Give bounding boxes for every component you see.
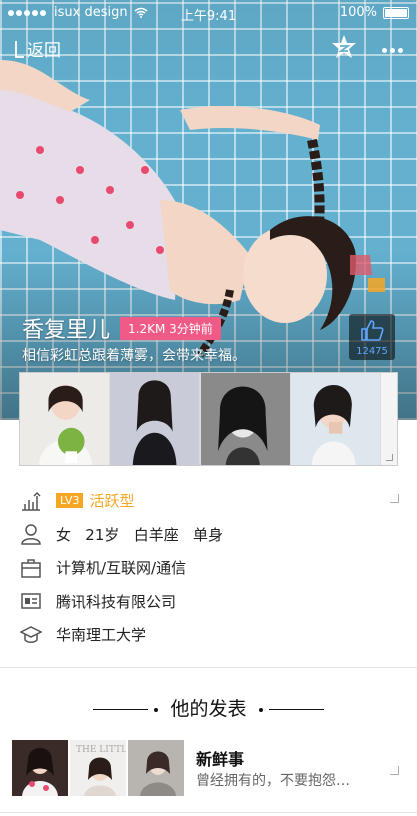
back-button[interactable]: 返回 <box>14 36 61 61</box>
photo-more-button[interactable] <box>381 373 397 465</box>
level-badge: LV3 <box>56 493 84 509</box>
post-thumbnail: THE LITTLE <box>70 740 126 796</box>
like-button[interactable]: 12475 <box>349 314 395 360</box>
person-icon <box>21 524 41 545</box>
corner-arrow-icon <box>390 766 399 775</box>
top-nav: 返回 <box>0 34 417 62</box>
info-row-level[interactable]: LV3 活跃型 <box>0 484 417 518</box>
info-row-company: 腾讯科技有限公司 <box>0 585 417 619</box>
section-divider <box>0 667 417 668</box>
photo-thumbnail[interactable] <box>110 373 200 465</box>
photo-thumbnail[interactable] <box>290 373 380 465</box>
info-row-school: 华南理工大学 <box>0 618 417 652</box>
info-row-basic: 女 21岁 白羊座 单身 <box>0 518 417 552</box>
post-title: 新鲜事 <box>196 750 245 769</box>
like-count: 12475 <box>356 346 388 357</box>
title-rule <box>93 709 149 710</box>
profile-tagline: 相信彩虹总跟着薄雾，会带来幸福。 <box>22 348 246 364</box>
battery-percent: 100% <box>339 5 377 20</box>
distance-badge: 1.2KM 3分钟前 <box>120 316 221 340</box>
back-bracket-icon <box>15 40 24 58</box>
post-item[interactable]: THE LITTLE 新鲜事 曾经拥有的，不要抱怨… <box>12 740 407 797</box>
post-text: 曾经拥有的，不要抱怨… <box>196 773 350 789</box>
thumbs-up-icon <box>361 320 384 341</box>
corner-arrow-icon <box>390 494 399 503</box>
title-dot <box>258 707 263 712</box>
info-list: LV3 活跃型 女 21岁 白羊座 单身 计算机/互联网/通信 腾讯科技有限公司… <box>0 484 417 652</box>
school-text: 华南理工大学 <box>56 626 147 645</box>
more-icon[interactable] <box>379 38 403 57</box>
post-thumbnail <box>12 740 68 796</box>
battery-icon <box>383 6 409 19</box>
post-thumbnails: THE LITTLE <box>12 740 184 796</box>
posts-title-text: 他的发表 <box>170 698 247 720</box>
basic-info: 女 21岁 白羊座 单身 <box>56 525 224 544</box>
graduation-cap-icon <box>20 625 42 643</box>
profile-name: 香复里儿 <box>22 318 111 343</box>
status-bar: isux design 上午9:41 100% <box>0 0 417 26</box>
id-card-icon <box>21 593 41 609</box>
back-label: 返回 <box>27 41 61 61</box>
qzone-star-icon[interactable] <box>331 34 357 60</box>
name-row: 香复里儿 1.2KM 3分钟前 <box>22 312 221 344</box>
bottom-divider <box>0 812 417 813</box>
photo-thumbnail[interactable] <box>200 373 290 465</box>
info-row-industry: 计算机/互联网/通信 <box>0 551 417 585</box>
briefcase-icon <box>21 559 41 578</box>
bar-chart-icon <box>22 491 41 511</box>
activity-type: 活跃型 <box>89 492 135 511</box>
company-text: 腾讯科技有限公司 <box>56 592 177 611</box>
post-thumbnail <box>128 740 184 796</box>
photo-strip[interactable] <box>19 372 398 466</box>
photo-thumbnail[interactable] <box>20 373 110 465</box>
corner-arrow-icon <box>386 454 393 461</box>
thumbnail-text: THE LITTLE <box>76 745 126 755</box>
posts-section-title: 他的发表 <box>0 694 417 721</box>
title-dot <box>154 707 159 712</box>
title-rule <box>268 709 324 710</box>
profile-cover: isux design 上午9:41 100% 返回 香复里儿 1.2KM 3分… <box>0 0 417 420</box>
industry-text: 计算机/互联网/通信 <box>56 559 187 578</box>
